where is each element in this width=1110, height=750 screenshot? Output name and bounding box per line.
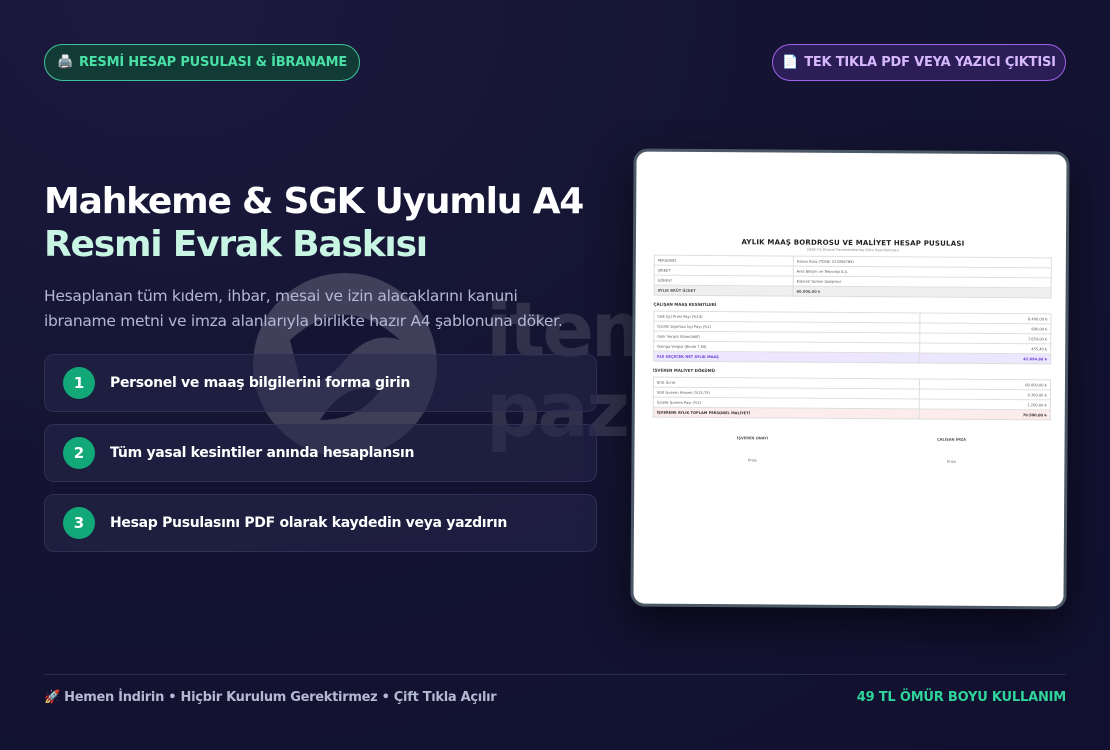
step-card-1: 1 Personel ve maaş bilgilerini forma gir…	[44, 354, 597, 412]
step-label-1: Personel ve maaş bilgilerini forma girin	[110, 375, 411, 391]
net-salary-label: ELE GEÇECEK NET AYLIK MAAŞ	[653, 351, 920, 363]
printer-icon: 🖨️	[56, 55, 73, 70]
net-salary-value: 42.894,60 ₺	[919, 352, 1051, 364]
employer-signature-label: İŞVEREN ONAYI	[737, 436, 769, 441]
total-cost-value: 70.500,00 ₺	[919, 408, 1051, 420]
footer-features: 🚀 Hemen İndirin • Hiçbir Kurulum Gerekti…	[44, 690, 497, 705]
deductions-table: SGK İşçi Primi Payı (%14) 8.400,00 ₺ İşsi…	[653, 311, 1051, 365]
table-row: ELE GEÇECEK NET AYLIK MAAŞ 42.894,60 ₺	[653, 351, 1051, 364]
cost-table: Brüt Ücret 60.000,00 ₺ SGK İşveren Hisses…	[653, 377, 1051, 421]
payslip-document: AYLIK MAAŞ BORDROSU VE MALİYET HESAP PUS…	[652, 238, 1052, 465]
step-label-2: Tüm yasal kesintiler anında hesaplansın	[110, 445, 415, 461]
total-cost-label: İŞVERENE AYLIK TOPLAM PERSONEL MALİYETİ	[653, 407, 920, 419]
signature-area: İŞVEREN ONAYI İmza ÇALIŞAN İMZA İmza	[652, 436, 1050, 465]
table-row: İŞVERENE AYLIK TOPLAM PERSONEL MALİYETİ 7…	[653, 407, 1051, 420]
table-row: AYLIK BRÜT ÜCRET 60.000,00 ₺	[654, 285, 1052, 298]
page-title-line-2: Resmi Evrak Baskısı	[44, 224, 428, 265]
step-number-2: 2	[63, 437, 95, 469]
employee-signature: ÇALIŞAN İMZA İmza	[937, 438, 966, 464]
official-slip-badge-label: RESMİ HESAP PUSULASI & İBRANAME	[78, 55, 348, 70]
tablet-preview: AYLIK MAAŞ BORDROSU VE MALİYET HESAP PUS…	[630, 148, 1070, 610]
step-number-3: 3	[63, 507, 95, 539]
official-slip-badge: 🖨️ RESMİ HESAP PUSULASI & İBRANAME	[44, 44, 360, 81]
pdf-print-badge-label: TEK TIKLA PDF VEYA YAZICI ÇIKTISI	[804, 55, 1056, 70]
info-value: 60.000,00 ₺	[793, 286, 1052, 298]
employee-signature-label: ÇALIŞAN İMZA	[937, 437, 967, 442]
employer-signature-line: İmza	[748, 458, 757, 463]
step-card-2: 2 Tüm yasal kesintiler anında hesaplansı…	[44, 424, 597, 482]
info-table: PERSONEL Hasan Kara (TCKN: 123456789) ŞİR…	[654, 255, 1052, 299]
page-title-line-1: Mahkeme & SGK Uyumlu A4	[44, 181, 584, 222]
employee-signature-line: İmza	[947, 459, 956, 464]
footer-price: 49 TL ÖMÜR BOYU KULLANIM	[856, 690, 1066, 705]
pdf-print-badge: 📄 TEK TIKLA PDF VEYA YAZICI ÇIKTISI	[772, 44, 1066, 81]
document-icon: 📄	[782, 55, 799, 70]
step-number-1: 1	[63, 367, 95, 399]
cost-section-title: İŞVEREN MALİYET DÖKÜMÜ	[653, 367, 715, 374]
step-label-3: Hesap Pusulasını PDF olarak kaydedin vey…	[110, 515, 508, 531]
footer-divider	[44, 674, 1066, 675]
employer-signature: İŞVEREN ONAYI İmza	[737, 436, 768, 462]
page-subtitle: Hesaplanan tüm kıdem, ihbar, mesai ve iz…	[44, 287, 563, 330]
deductions-section-title: ÇALIŞAN MAAŞ KESİNTİLERİ	[653, 301, 717, 308]
step-card-3: 3 Hesap Pusulasını PDF olarak kaydedin v…	[44, 494, 597, 552]
info-label: AYLIK BRÜT ÜCRET	[654, 285, 794, 297]
page-title: Mahkeme & SGK Uyumlu A4 Resmi Evrak Bask…	[44, 180, 604, 266]
